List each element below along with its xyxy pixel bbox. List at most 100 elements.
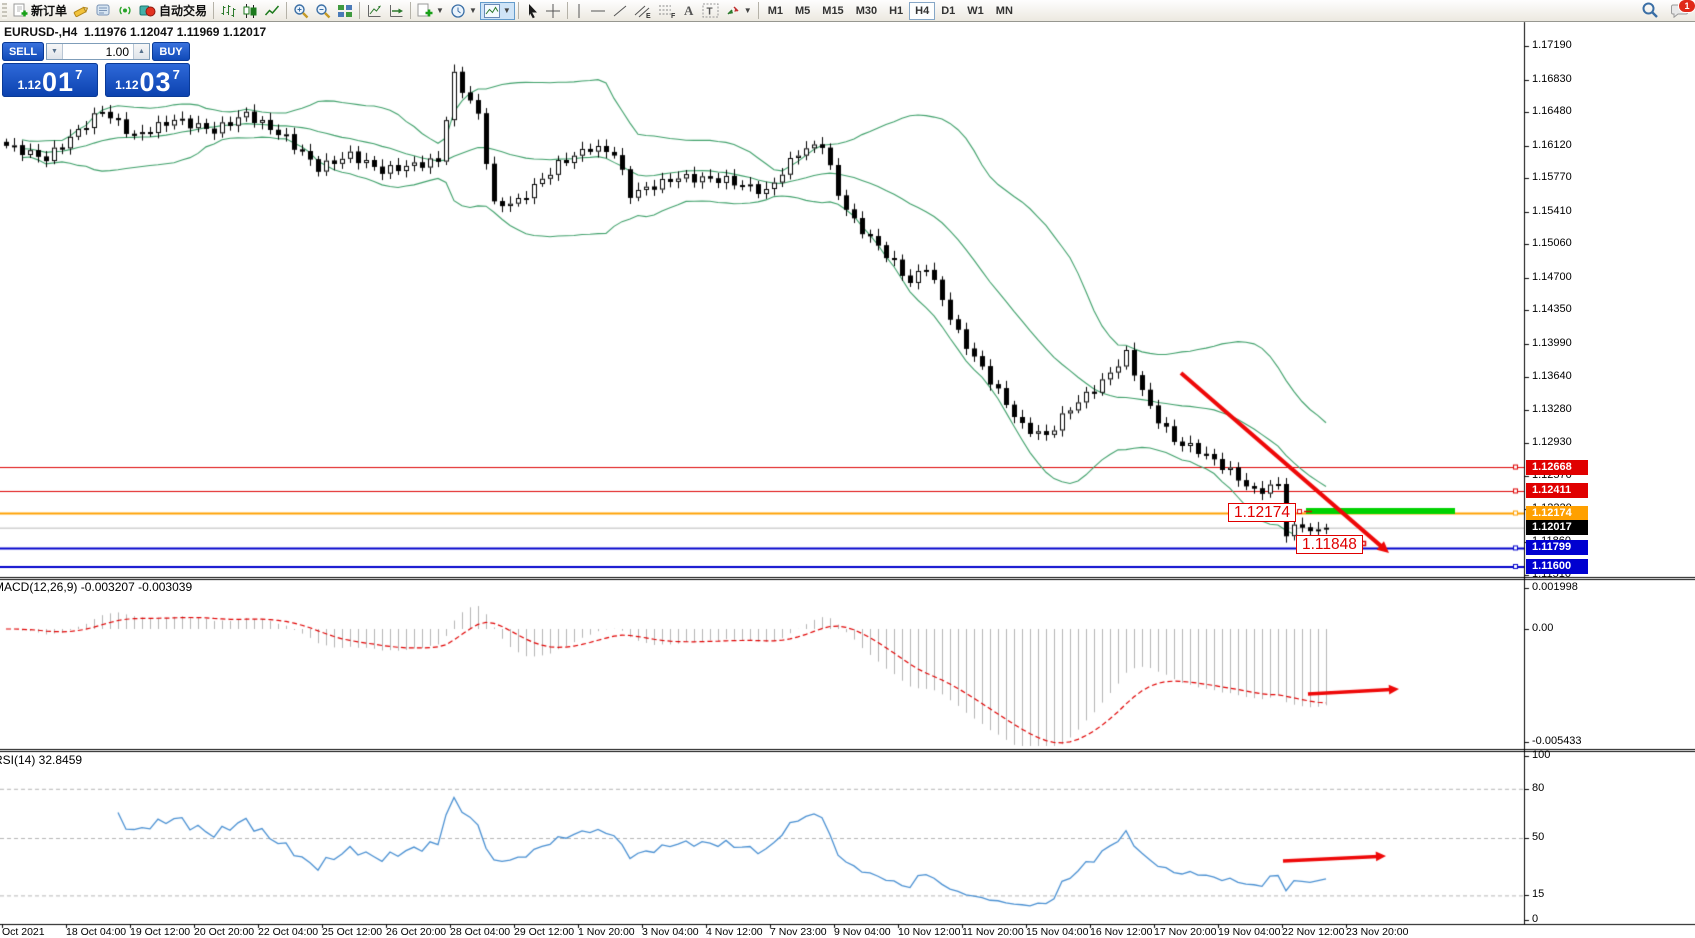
toolbar-right: 1	[1641, 1, 1689, 19]
one-click-trading-panel: SELL ▼ 1.00 ▲ BUY 1.12017 1.12037	[2, 42, 190, 97]
sell-price-prefix: 1.12	[18, 78, 41, 92]
equidistant-channel-icon: E	[634, 3, 652, 19]
period-button[interactable]: ▼	[447, 1, 480, 21]
timeframe-M15[interactable]: M15	[816, 2, 849, 20]
volume-stepper: ▼ 1.00 ▲	[46, 43, 150, 60]
timeframe-W1[interactable]: W1	[961, 2, 990, 20]
price-badge-1.12668: 1.12668	[1526, 460, 1588, 475]
templates-button[interactable]: ▼	[480, 2, 515, 20]
toolbar-separator	[286, 2, 287, 19]
signals-button[interactable]	[114, 1, 136, 21]
price-tick: 1.17190	[1532, 39, 1572, 51]
crosshair-style-button[interactable]	[70, 1, 92, 21]
date-tick: 4 Nov 12:00	[706, 926, 763, 938]
toolbar-separator	[567, 2, 568, 19]
date-tick: 9 Nov 04:00	[834, 926, 891, 938]
rsi-axis-tick: 100	[1532, 749, 1550, 761]
buy-price-big: 03	[140, 69, 172, 96]
macd-axis-tick: 0.00	[1532, 622, 1553, 634]
horizontal-line-button[interactable]	[587, 1, 609, 21]
timeframe-M30[interactable]: M30	[850, 2, 883, 20]
volume-increase-button[interactable]: ▲	[133, 44, 149, 59]
price-badge-1.11799: 1.11799	[1526, 540, 1588, 555]
sell-price-panel[interactable]: 1.12017	[2, 63, 98, 97]
volume-input[interactable]: 1.00	[63, 44, 133, 59]
fibonacci-button[interactable]: F	[655, 1, 679, 21]
date-tick: 22 Oct 04:00	[258, 926, 318, 938]
zoom-out-button[interactable]	[312, 1, 334, 21]
rsi-axis-tick: 0	[1532, 913, 1538, 925]
new-chart-button[interactable]: ▼	[414, 1, 447, 21]
cursor-button[interactable]	[522, 1, 542, 21]
trendline-button[interactable]	[609, 1, 631, 21]
rsi-axis-tick: 80	[1532, 782, 1544, 794]
fibonacci-icon: F	[658, 3, 676, 19]
auto-scroll-button[interactable]	[385, 1, 407, 21]
zoom-in-icon	[293, 3, 309, 19]
macd-label: MACD(12,26,9) -0.003207 -0.003039	[0, 580, 192, 594]
notifications-button[interactable]: 1	[1671, 2, 1689, 18]
main-chart-canvas[interactable]	[0, 0, 1695, 937]
search-icon[interactable]	[1641, 1, 1659, 19]
price-tick: 1.16480	[1532, 105, 1572, 117]
sell-button[interactable]: SELL	[2, 42, 44, 61]
chart-shift-button[interactable]	[363, 1, 385, 21]
sell-price-sup: 7	[75, 67, 82, 82]
timeframe-MN[interactable]: MN	[990, 2, 1019, 20]
candlestick-chart-icon	[242, 3, 258, 19]
dropdown-caret-icon: ▼	[469, 7, 477, 15]
new-order-icon	[13, 3, 28, 18]
svg-text:F: F	[671, 13, 676, 19]
price-tick: 1.14700	[1532, 271, 1572, 283]
date-tick: Oct 2021	[2, 926, 45, 938]
zoom-in-button[interactable]	[290, 1, 312, 21]
volume-decrease-button[interactable]: ▼	[47, 44, 63, 59]
dropdown-caret-icon: ▼	[744, 7, 752, 15]
buy-price-panel[interactable]: 1.12037	[105, 63, 190, 97]
macd-axis-tick: -0.005433	[1532, 735, 1582, 747]
price-callout-1.11848[interactable]: 1.11848	[1296, 535, 1363, 554]
trendline-icon	[612, 3, 628, 19]
price-badge-1.12017: 1.12017	[1526, 520, 1588, 535]
equidistant-channel-button[interactable]: E	[631, 1, 655, 21]
auto-scroll-icon	[388, 3, 404, 19]
price-tick: 1.13640	[1532, 370, 1572, 382]
toolbar-separator	[518, 2, 519, 19]
date-tick: 25 Oct 12:00	[322, 926, 382, 938]
vertical-line-button[interactable]	[571, 1, 587, 21]
auto-trading-button[interactable]: 自动交易	[136, 1, 210, 21]
toolbar-separator	[213, 2, 214, 19]
timeframe-M1[interactable]: M1	[762, 2, 789, 20]
crosshair-button[interactable]	[542, 1, 564, 21]
timeframe-H4[interactable]: H4	[909, 2, 935, 20]
timeframe-H1[interactable]: H1	[883, 2, 909, 20]
tile-windows-button[interactable]	[334, 1, 356, 21]
candlestick-chart-button[interactable]	[239, 1, 261, 21]
bar-chart-button[interactable]	[217, 1, 239, 21]
date-tick: 15 Nov 04:00	[1026, 926, 1088, 938]
line-chart-icon	[264, 3, 280, 19]
text-button[interactable]: A	[679, 1, 699, 21]
price-tick: 1.13990	[1532, 337, 1572, 349]
toolbar-separator	[410, 2, 411, 19]
timeframe-M5[interactable]: M5	[789, 2, 816, 20]
new-order-button[interactable]: 新订单	[10, 1, 70, 21]
date-tick: 19 Oct 12:00	[130, 926, 190, 938]
price-tick: 1.12930	[1532, 436, 1572, 448]
rsi-axis-tick: 15	[1532, 888, 1544, 900]
line-chart-button[interactable]	[261, 1, 283, 21]
buy-button[interactable]: BUY	[152, 42, 190, 61]
toolbar-grip[interactable]	[2, 3, 7, 19]
new-order-label: 新订单	[31, 2, 67, 19]
text-label-button[interactable]: T	[699, 1, 722, 21]
price-tick: 1.16120	[1532, 139, 1572, 151]
price-callout-1.12174[interactable]: 1.12174	[1228, 503, 1296, 522]
date-tick: 19 Nov 04:00	[1218, 926, 1280, 938]
notification-count-badge: 1	[1678, 0, 1695, 13]
cursor-icon	[525, 3, 539, 19]
price-badge-1.12174: 1.12174	[1526, 506, 1588, 521]
arrows-button[interactable]: ▼	[722, 1, 755, 21]
market-depth-button[interactable]	[92, 1, 114, 21]
arrows-icon	[725, 3, 741, 18]
timeframe-D1[interactable]: D1	[935, 2, 961, 20]
